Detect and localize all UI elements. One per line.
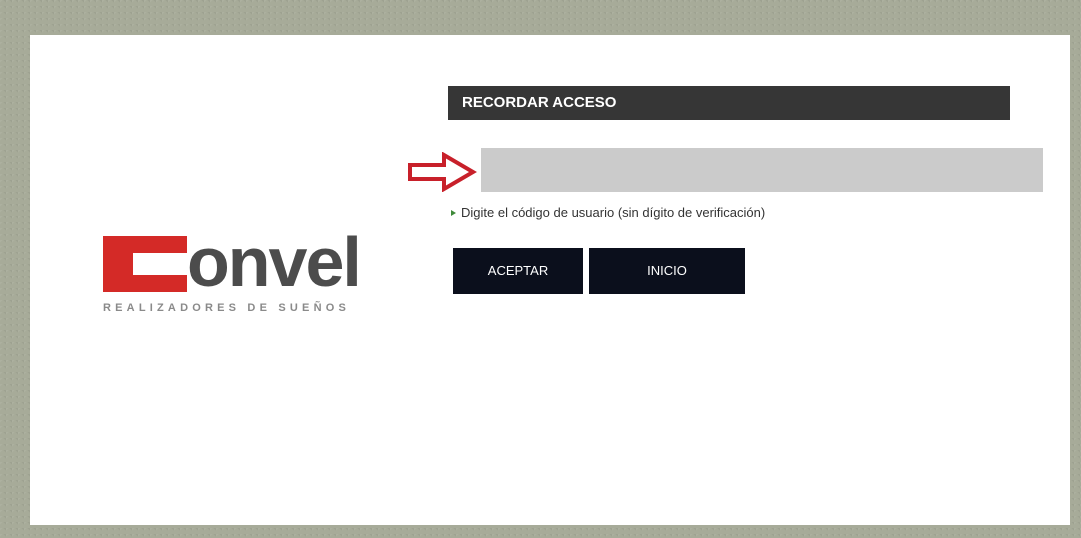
accept-button[interactable]: ACEPTAR [453, 248, 583, 294]
home-button[interactable]: INICIO [589, 248, 745, 294]
form-title: RECORDAR ACCESO [448, 86, 1010, 120]
logo-c-mark [103, 236, 187, 292]
user-code-input[interactable] [481, 148, 1043, 192]
bullet-triangle-icon [451, 209, 456, 216]
right-arrow-icon [408, 152, 477, 192]
hint-text: Digite el código de usuario (sin dígito … [461, 205, 766, 220]
logo-tagline: REALIZADORES DE SUEÑOS [103, 302, 351, 314]
convel-logo: onvel REALIZADORES DE SUEÑOS [103, 223, 393, 322]
logo-wordmark: onvel [187, 223, 362, 301]
hint-row: Digite el código de usuario (sin dígito … [451, 205, 765, 220]
